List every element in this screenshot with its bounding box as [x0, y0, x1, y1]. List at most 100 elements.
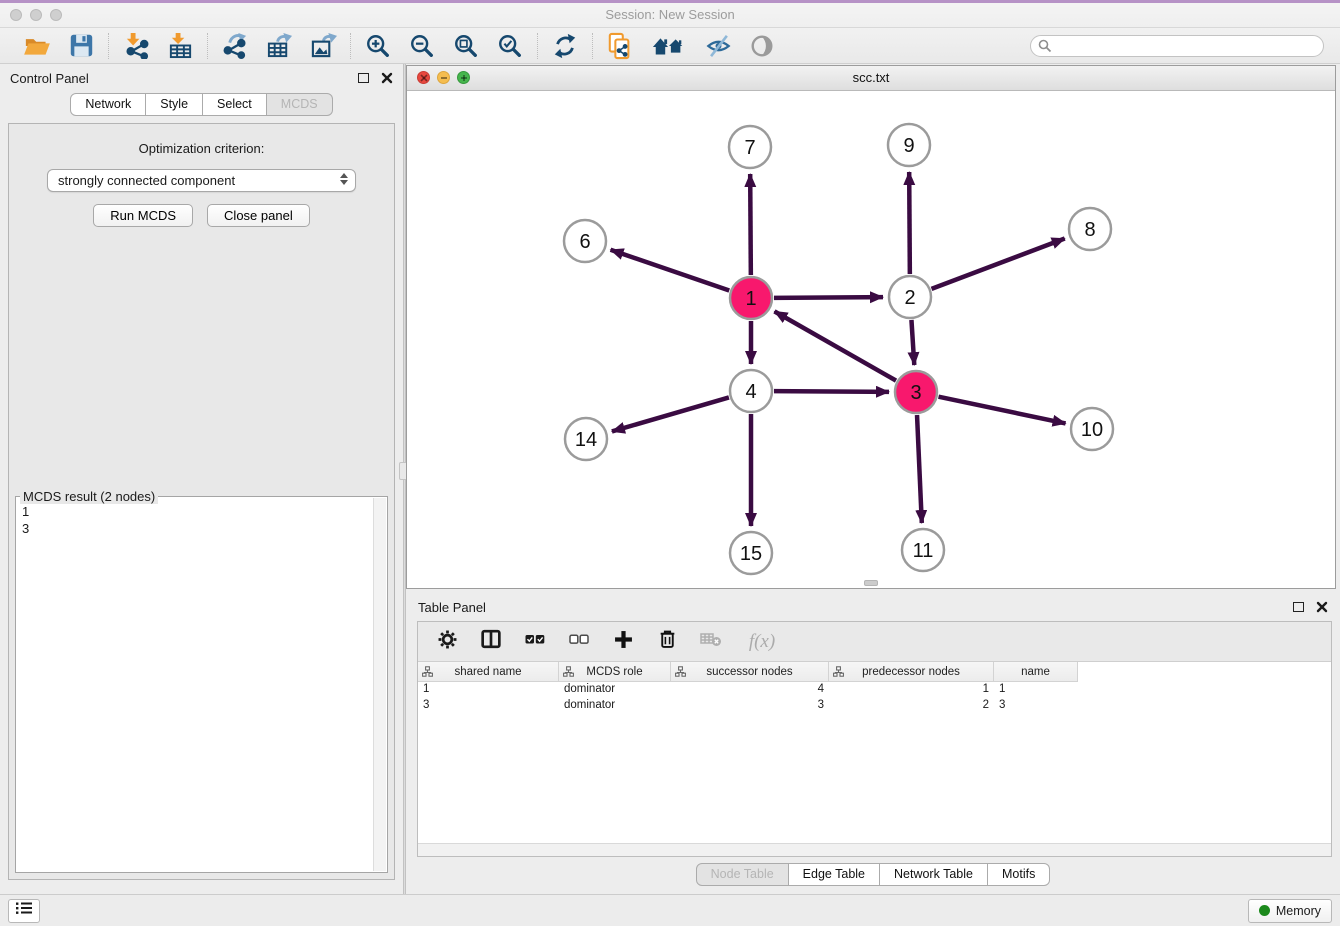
tab-mcds[interactable]: MCDS	[267, 93, 333, 116]
import-network-icon	[123, 32, 150, 59]
zoom-fit-icon	[453, 33, 479, 59]
graph-edge-2-8[interactable]	[932, 239, 1065, 289]
tab-network-table[interactable]: Network Table	[880, 863, 988, 886]
plus-icon	[614, 630, 633, 654]
run-mcds-button[interactable]: Run MCDS	[93, 204, 193, 227]
show-panel-button[interactable]	[747, 32, 777, 60]
search-input[interactable]	[1030, 35, 1324, 57]
table-settings-button[interactable]	[430, 626, 464, 658]
select-all-button[interactable]	[518, 626, 552, 658]
search-icon	[1038, 39, 1052, 58]
delete-table-button[interactable]	[694, 626, 728, 658]
close-panel-button[interactable]: Close panel	[207, 204, 310, 227]
export-image-button[interactable]	[308, 32, 338, 60]
deselect-all-button[interactable]	[562, 626, 596, 658]
network-window-title: scc.txt	[407, 70, 1335, 85]
graph-node-label: 11	[913, 540, 934, 562]
memory-button[interactable]: Memory	[1248, 899, 1332, 923]
node-table: f(x) shared nameMCDS rolesuccessor nodes…	[417, 621, 1332, 857]
graph-edge-4-3[interactable]	[774, 391, 889, 392]
memory-label: Memory	[1276, 904, 1321, 918]
zoom-fit-button[interactable]	[451, 32, 481, 60]
split-columns-button[interactable]	[474, 626, 508, 658]
float-table-panel-icon[interactable]	[1293, 602, 1304, 612]
tab-select[interactable]: Select	[203, 93, 267, 116]
graph-node-label: 9	[903, 135, 914, 157]
tab-style[interactable]: Style	[146, 93, 203, 116]
table-empty-area	[418, 714, 1331, 843]
control-panel: Control Panel NetworkStyleSelectMCDS Opt…	[0, 64, 403, 894]
table-cell: 4	[671, 682, 829, 698]
table-toolbar: f(x)	[418, 622, 1331, 662]
table-row[interactable]: 1dominator411	[418, 682, 1331, 698]
gear-icon	[438, 630, 457, 654]
graph-edge-3-11[interactable]	[917, 415, 922, 523]
tab-network[interactable]: Network	[70, 93, 146, 116]
graph-edge-4-14[interactable]	[612, 397, 729, 431]
graph-edge-2-3[interactable]	[911, 320, 914, 365]
criterion-value: strongly connected component	[58, 173, 235, 188]
import-table-button[interactable]	[165, 32, 195, 60]
zoom-selected-button[interactable]	[495, 32, 525, 60]
graph-edge-1-2[interactable]	[774, 297, 883, 298]
zoom-in-button[interactable]	[363, 32, 393, 60]
table-cell: 1	[829, 682, 994, 698]
save-session-button[interactable]	[66, 32, 96, 60]
column-header-shared-name[interactable]: shared name	[418, 662, 559, 682]
result-line: 1	[22, 503, 373, 520]
unchecked-boxes-icon	[569, 632, 589, 651]
function-icon: f(x)	[747, 631, 775, 653]
float-panel-icon[interactable]	[358, 73, 369, 83]
apply-function-button[interactable]: f(x)	[738, 626, 784, 658]
table-header-row: shared nameMCDS rolesuccessor nodesprede…	[418, 662, 1331, 682]
graph-node-label: 4	[745, 381, 756, 403]
tab-node-table[interactable]: Node Table	[696, 863, 789, 886]
export-network-button[interactable]	[220, 32, 250, 60]
hide-panel-button[interactable]	[703, 32, 733, 60]
zoom-out-button[interactable]	[407, 32, 437, 60]
control-panel-title: Control Panel	[10, 71, 89, 86]
control-panel-tabs: NetworkStyleSelectMCDS	[0, 93, 403, 116]
graph-node-label: 6	[579, 231, 590, 253]
graph-node-label: 3	[910, 382, 921, 404]
mcds-panel: Optimization criterion: strongly connect…	[8, 123, 395, 880]
import-network-button[interactable]	[121, 32, 151, 60]
column-header-name[interactable]: name	[994, 662, 1078, 682]
graph-edge-2-9[interactable]	[909, 172, 910, 274]
close-table-panel-icon[interactable]	[1316, 601, 1328, 613]
network-canvas[interactable]: 7968124314101511	[407, 91, 1335, 588]
eye-slash-icon	[705, 33, 732, 59]
task-history-button[interactable]	[8, 899, 40, 923]
graph-edge-1-6[interactable]	[611, 250, 730, 291]
table-cell: 1	[994, 682, 1078, 698]
refresh-icon	[552, 33, 578, 59]
split-columns-icon	[481, 629, 501, 654]
table-row[interactable]: 3dominator323	[418, 698, 1331, 714]
home-button[interactable]	[649, 32, 689, 60]
tab-edge-table[interactable]: Edge Table	[789, 863, 880, 886]
table-horizontal-scrollbar[interactable]	[418, 843, 1331, 856]
refresh-button[interactable]	[550, 32, 580, 60]
graph-edge-1-7[interactable]	[750, 174, 751, 275]
zoom-selected-icon	[497, 33, 523, 59]
column-header-predecessor-nodes[interactable]: predecessor nodes	[829, 662, 994, 682]
eye-icon	[749, 33, 775, 59]
network-resize-grip[interactable]	[864, 580, 878, 586]
clone-network-button[interactable]	[605, 32, 635, 60]
result-scrollbar[interactable]	[373, 498, 386, 871]
column-header-successor-nodes[interactable]: successor nodes	[671, 662, 829, 682]
table-cell: 1	[418, 682, 559, 698]
control-panel-header: Control Panel	[0, 64, 403, 92]
column-header-mcds-role[interactable]: MCDS role	[559, 662, 671, 682]
tab-motifs[interactable]: Motifs	[988, 863, 1050, 886]
criterion-select[interactable]: strongly connected component	[47, 169, 356, 192]
close-panel-icon[interactable]	[381, 72, 393, 84]
open-session-button[interactable]	[22, 32, 52, 60]
table-cell: dominator	[559, 682, 671, 698]
export-table-button[interactable]	[264, 32, 294, 60]
graph-edge-3-1[interactable]	[774, 311, 896, 380]
delete-row-button[interactable]	[650, 626, 684, 658]
add-row-button[interactable]	[606, 626, 640, 658]
network-view-window: scc.txt 7968124314101511	[406, 65, 1336, 589]
graph-edge-3-10[interactable]	[939, 397, 1066, 424]
